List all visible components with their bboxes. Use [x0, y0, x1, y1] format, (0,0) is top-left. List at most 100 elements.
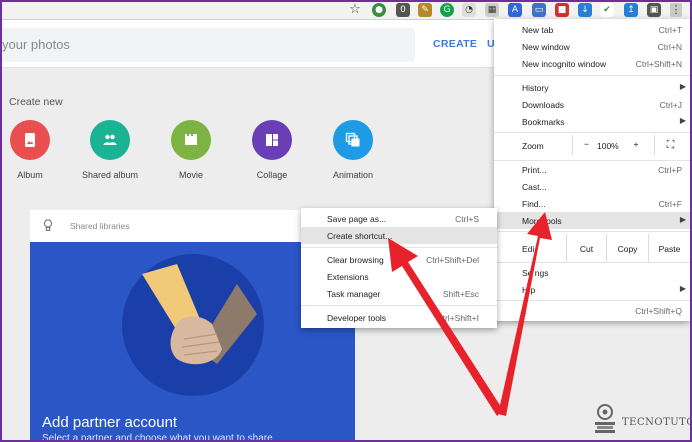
menu-item-history[interactable]: History ▶	[494, 79, 690, 96]
menu-item-shortcut: Ctrl+Shift+Q	[635, 306, 682, 316]
extension-upload-icon[interactable]: ↥	[624, 3, 638, 17]
menu-item-new-tab[interactable]: New tab Ctrl+T	[494, 21, 690, 38]
create-collage-item[interactable]: Collage	[232, 120, 312, 180]
menu-item-help[interactable]: H p ▶	[494, 281, 690, 298]
fullscreen-icon[interactable]: ⛶	[654, 135, 686, 155]
lightbulb-icon	[43, 219, 53, 231]
submenu-arrow-icon: ▶	[679, 82, 686, 91]
menu-item-extensions[interactable]: Extensions	[301, 268, 497, 285]
extension-dark-icon[interactable]: ▣	[647, 3, 661, 17]
menu-item-shortcut: Ctrl+Shift+Del	[426, 255, 479, 265]
extension-chat-icon[interactable]: ▭	[532, 3, 546, 17]
menu-item-label: More tools	[522, 216, 562, 226]
menu-item-new-window[interactable]: New window Ctrl+N	[494, 38, 690, 55]
create-new-heading: Create new	[9, 96, 63, 108]
bookmark-star-icon[interactable]: ☆	[348, 3, 362, 17]
menu-item-label: Developer tools	[327, 313, 387, 323]
zoom-out-button[interactable]: −	[572, 135, 600, 155]
menu-item-exit[interactable]: it Ctrl+Shift+Q	[494, 302, 690, 319]
create-album-item[interactable]: Album	[0, 120, 70, 180]
menu-item-label: it	[522, 306, 527, 316]
menu-divider	[301, 305, 497, 306]
menu-item-shortcut: Ctrl+F	[658, 199, 682, 209]
menu-item-find[interactable]: Find... Ctrl+F	[494, 195, 690, 212]
more-tools-submenu: Save page as... Ctrl+S Create shortcut..…	[301, 208, 497, 328]
submenu-arrow-icon: ▶	[679, 116, 686, 125]
extension-translate-icon[interactable]: A	[508, 3, 522, 17]
menu-item-more-tools[interactable]: More tools ▶	[494, 212, 690, 229]
extension-grammar-icon[interactable]: ●	[372, 3, 386, 17]
menu-item-downloads[interactable]: Downloads Ctrl+J	[494, 96, 690, 113]
menu-item-label: Task manager	[327, 289, 381, 299]
submenu-arrow-icon: ▶	[679, 215, 686, 224]
menu-item-shortcut: Shift+Esc	[442, 289, 479, 299]
chrome-menu-icon[interactable]: ⋮	[670, 3, 682, 17]
zoom-in-button[interactable]: +	[624, 135, 648, 155]
menu-item-label: New window	[522, 42, 570, 52]
menu-item-label: Bookmarks	[522, 117, 565, 127]
extension-grammarly-icon[interactable]: G	[440, 3, 454, 17]
create-shared-album-item[interactable]: Shared album	[70, 120, 150, 180]
create-button[interactable]: CREATE	[433, 38, 477, 50]
menu-item-label: New incognito window	[522, 59, 607, 69]
extension-download-icon[interactable]: ↓	[578, 3, 592, 17]
collage-label: Collage	[256, 170, 288, 180]
menu-item-print[interactable]: Print... Ctrl+P	[494, 161, 690, 178]
shared-album-label: Shared album	[81, 170, 139, 180]
extension-clock-icon[interactable]: ◔	[462, 3, 476, 17]
copy-button[interactable]: Copy	[606, 234, 648, 262]
menu-item-label: H p	[522, 285, 536, 295]
extension-red-icon[interactable]: ■	[555, 3, 569, 17]
submenu-arrow-icon: ▶	[679, 284, 686, 293]
paste-button[interactable]: Paste	[648, 234, 690, 262]
menu-item-label: New tab	[522, 25, 554, 35]
menu-item-label: Downloads	[522, 100, 565, 110]
menu-item-label: Find...	[522, 199, 546, 209]
menu-item-shortcut: Ctrl+N	[657, 42, 682, 52]
menu-item-label: Cast...	[522, 182, 547, 192]
extension-counter-icon[interactable]: 0	[396, 3, 410, 17]
extension-page-icon[interactable]: ▦	[485, 3, 499, 17]
menu-item-developer-tools[interactable]: Developer tools Ctrl+Shift+I	[301, 309, 497, 326]
animation-label: Animation	[332, 170, 374, 180]
menu-item-bookmarks[interactable]: Bookmarks ▶	[494, 113, 690, 130]
collage-icon	[252, 120, 292, 160]
tecnotuto-logo-icon	[595, 404, 615, 433]
menu-item-shortcut: Ctrl+S	[455, 214, 479, 224]
search-placeholder: your photos	[2, 37, 70, 52]
search-bar[interactable]: your photos	[0, 28, 415, 62]
cut-button[interactable]: Cut	[566, 234, 606, 262]
menu-item-label: History	[522, 83, 549, 93]
tecnotuto-watermark: TECNOTUTO	[592, 403, 692, 439]
album-icon	[10, 120, 50, 160]
menu-item-task-manager[interactable]: Task manager Shift+Esc	[301, 285, 497, 302]
movie-icon	[171, 120, 211, 160]
menu-item-save-page-as[interactable]: Save page as... Ctrl+S	[301, 210, 497, 227]
extension-pen-icon[interactable]: ✎	[418, 3, 432, 17]
album-label: Album	[17, 170, 43, 180]
menu-item-label: Save page as...	[327, 214, 387, 224]
menu-item-label: Create shortcut...	[327, 231, 393, 241]
holding-hands-illustration	[122, 254, 264, 396]
extension-check-icon[interactable]: ✔	[600, 3, 614, 17]
menu-item-shortcut: Ctrl+P	[658, 165, 682, 175]
menu-item-shortcut: Ctrl+T	[658, 25, 682, 35]
edit-label: Edi	[522, 244, 535, 254]
menu-item-label: Print...	[522, 165, 547, 175]
menu-item-new-incognito-window[interactable]: New incognito window Ctrl+Shift+N	[494, 55, 690, 72]
card-subtitle: Select a partner and choose what you wan…	[42, 433, 273, 442]
menu-item-create-shortcut[interactable]: Create shortcut...	[301, 227, 497, 244]
menu-item-settings[interactable]: Se ngs	[494, 264, 690, 281]
menu-divider	[494, 262, 690, 263]
menu-item-clear-browsing-data[interactable]: Clear browsing Ctrl+Shift+Del	[301, 251, 497, 268]
movie-label: Movie	[178, 170, 203, 180]
browser-toolbar: ☆ ● 0 ✎ G ◔ ▦ A ▭ ■ ↓ ✔ ↥ ▣ ⋮	[0, 0, 692, 20]
menu-item-shortcut: Ctrl+Shift+I	[436, 313, 479, 323]
zoom-level: 100%	[597, 141, 619, 151]
menu-item-edit: Edi Cut Copy Paste	[494, 234, 690, 262]
chrome-main-menu: New tab Ctrl+T New window Ctrl+N New inc…	[494, 19, 690, 321]
menu-divider	[301, 247, 497, 248]
create-animation-item[interactable]: Animation	[313, 120, 393, 180]
create-movie-item[interactable]: Movie	[151, 120, 231, 180]
menu-item-cast[interactable]: Cast...	[494, 178, 690, 195]
